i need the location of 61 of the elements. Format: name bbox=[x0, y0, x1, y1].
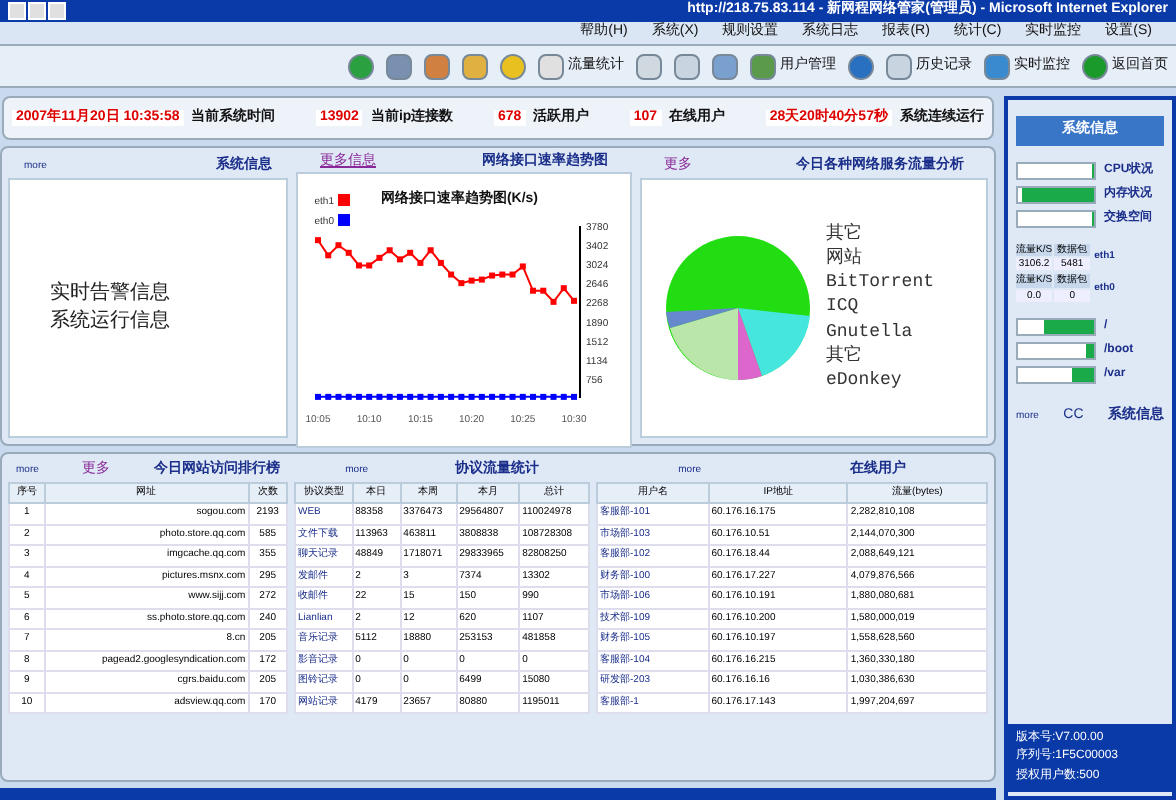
data-point bbox=[468, 393, 475, 400]
data-point bbox=[571, 297, 577, 304]
data-point bbox=[366, 393, 373, 400]
data-point bbox=[427, 246, 434, 253]
data-point bbox=[540, 287, 547, 294]
data-point bbox=[530, 287, 537, 294]
data-point bbox=[355, 393, 362, 400]
data-point bbox=[519, 393, 526, 400]
data-point bbox=[560, 284, 567, 291]
data-point bbox=[437, 259, 444, 266]
data-point bbox=[376, 254, 383, 261]
legend-label: 其它 bbox=[826, 345, 864, 369]
data-point bbox=[315, 236, 321, 243]
data-point bbox=[355, 261, 362, 268]
data-point bbox=[509, 271, 516, 278]
data-point bbox=[448, 393, 455, 400]
data-point bbox=[325, 251, 332, 258]
data-point bbox=[478, 276, 485, 283]
data-point bbox=[489, 272, 496, 279]
data-point bbox=[335, 393, 342, 400]
legend-label: BitTorrent bbox=[826, 272, 935, 295]
data-point bbox=[417, 393, 424, 400]
data-point bbox=[386, 246, 393, 253]
legend-label: 网站 bbox=[826, 247, 864, 271]
data-point bbox=[540, 393, 547, 400]
data-point bbox=[325, 393, 332, 400]
info-line: 系统运行信息 bbox=[50, 310, 172, 335]
data-point bbox=[478, 393, 485, 400]
data-point bbox=[396, 393, 403, 400]
data-point bbox=[437, 393, 444, 400]
data-point bbox=[571, 393, 577, 400]
data-point bbox=[448, 271, 455, 278]
legend-label: Gnutella bbox=[826, 321, 915, 344]
data-point bbox=[519, 262, 526, 269]
data-point bbox=[386, 393, 393, 400]
data-point bbox=[550, 298, 557, 305]
data-point bbox=[407, 393, 414, 400]
data-point bbox=[468, 277, 475, 284]
data-point bbox=[458, 279, 465, 286]
data-point bbox=[407, 249, 414, 256]
data-point bbox=[366, 261, 373, 268]
data-point bbox=[458, 393, 465, 400]
data-point bbox=[417, 259, 424, 266]
data-point bbox=[560, 393, 567, 400]
data-point bbox=[530, 393, 537, 400]
info-line: 实时告警信息 bbox=[50, 281, 172, 306]
legend-label: 其它 bbox=[826, 223, 864, 246]
data-point bbox=[499, 393, 506, 400]
data-point bbox=[427, 393, 434, 400]
data-point bbox=[396, 255, 403, 262]
data-point bbox=[315, 393, 321, 400]
legend-label: eDonkey bbox=[826, 370, 904, 393]
legend-label: ICQ bbox=[826, 296, 861, 320]
data-point bbox=[499, 271, 506, 278]
data-point bbox=[489, 393, 496, 400]
data-point bbox=[335, 241, 342, 248]
data-point bbox=[345, 393, 352, 400]
data-point bbox=[509, 393, 516, 400]
data-point bbox=[376, 393, 383, 400]
data-point bbox=[345, 249, 352, 256]
data-point bbox=[550, 393, 557, 400]
